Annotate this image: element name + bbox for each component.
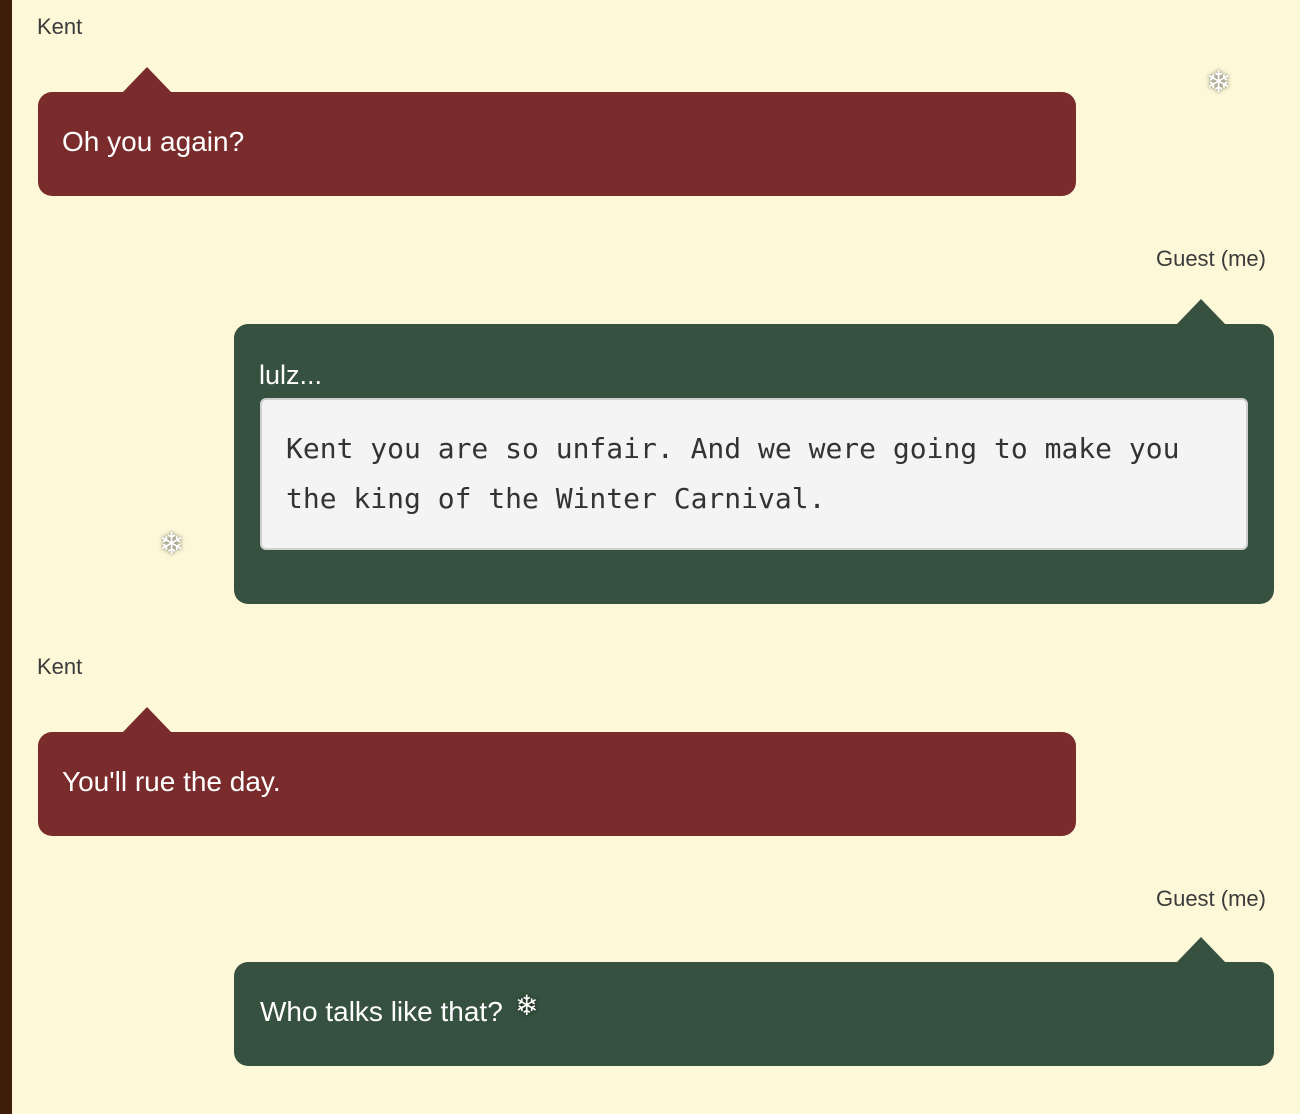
- message-bubble-kent: Oh you again?: [38, 67, 1076, 196]
- message-text: lulz...: [259, 360, 323, 390]
- code-block: Kent you are so unfair. And we were goin…: [260, 398, 1248, 550]
- message-text: You'll rue the day.: [62, 766, 281, 797]
- message-text: Who talks like that?: [260, 996, 503, 1027]
- sender-name-kent: Kent: [37, 14, 83, 39]
- message-bubble-guest: lulz... Kent you are so unfair. And we w…: [234, 299, 1274, 604]
- sender-name-guest: Guest (me): [1155, 246, 1266, 271]
- snowflake-icon: ❄: [159, 527, 185, 562]
- snowflake-icon: ❄: [1206, 65, 1232, 100]
- left-rail: [0, 0, 12, 1114]
- snowflake-icon: ❄: [515, 989, 539, 1022]
- message-bubble-kent: You'll rue the day.: [38, 707, 1076, 836]
- sender-name-guest: Guest (me): [1155, 886, 1266, 911]
- message-text: Oh you again?: [62, 126, 245, 157]
- sender-name-kent: Kent: [37, 654, 83, 679]
- message-bubble-guest: Who talks like that?: [234, 937, 1274, 1066]
